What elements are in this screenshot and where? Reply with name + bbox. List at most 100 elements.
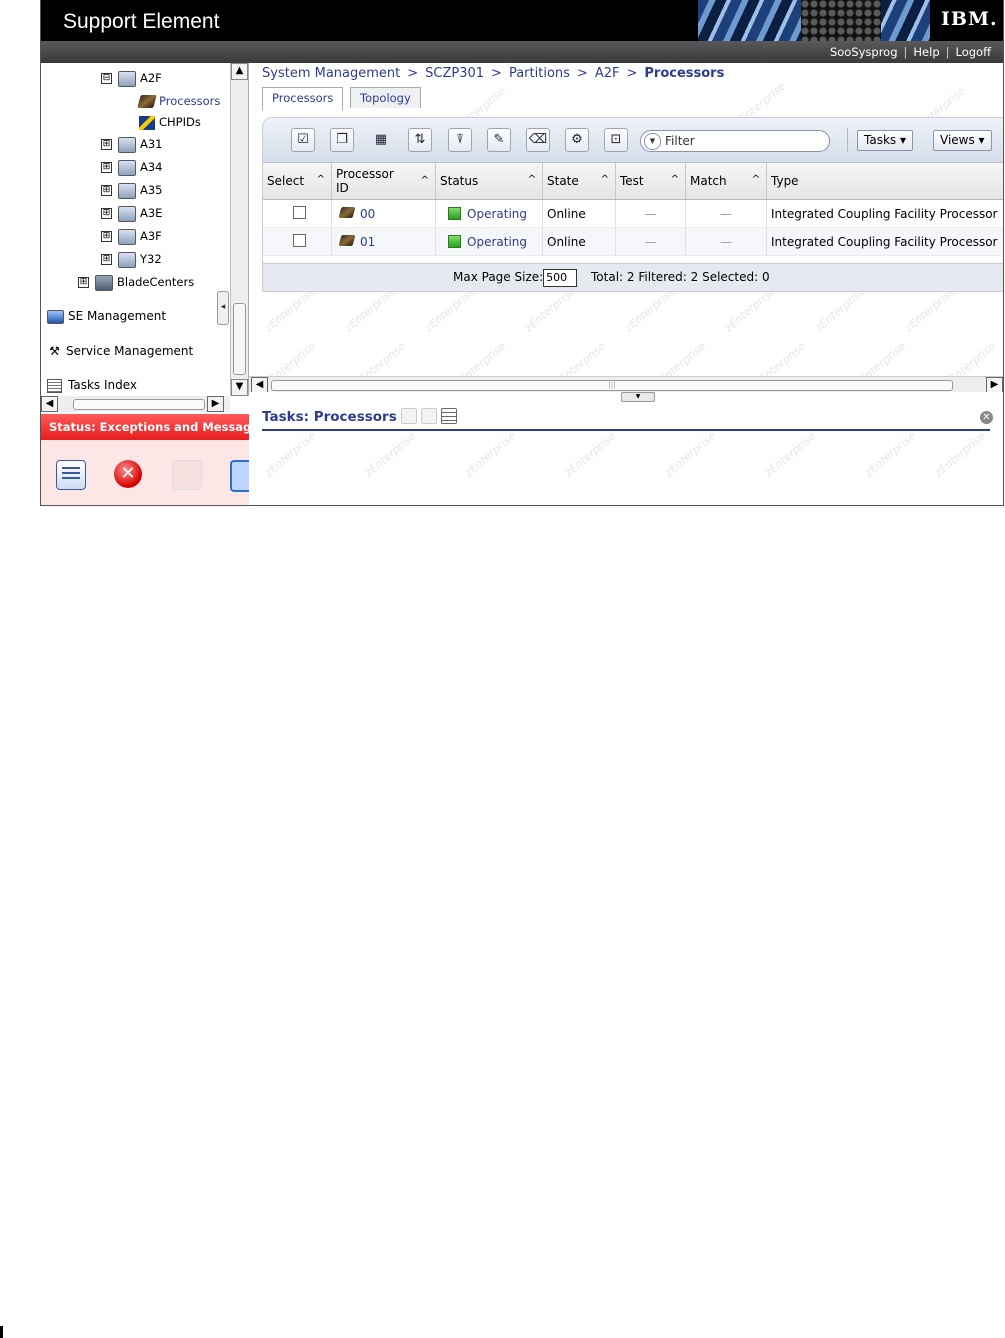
status-link[interactable]: Operating [467,207,527,221]
tab-processors[interactable]: Processors [262,87,344,110]
scroll-up-icon[interactable]: ▲ [231,63,248,80]
scroll-left-icon[interactable]: ◀ [251,377,268,393]
help-link[interactable]: Help [907,45,945,59]
views-menu-button[interactable]: Views ▾ [933,130,992,151]
processor-id-link[interactable]: 01 [360,235,375,249]
expand-icon[interactable]: ⊞ [101,208,112,219]
breadcrumb-system-management[interactable]: System Management [262,66,400,81]
tree-item-y32[interactable]: ⊞ Y32 [101,250,162,268]
se-management-icon [47,309,64,324]
scroll-right-icon[interactable]: ▶ [986,377,1003,393]
select-all-icon[interactable]: ☑ [291,128,315,152]
tree-item-chpids[interactable]: CHPIDs [139,113,201,131]
filter-rows-icon[interactable]: ⍒ [448,128,472,152]
collapse-icon[interactable]: ⊟ [101,73,112,84]
tree-item-a31[interactable]: ⊞ A31 [101,135,163,153]
column-header-processor-id[interactable]: Processor ID ^ [331,163,436,200]
match-cell: — [685,199,767,228]
tree-item-a3f[interactable]: ⊞ A3F [101,227,162,245]
banner-artwork-dots [801,0,881,41]
scroll-thumb[interactable]: ||| [271,380,953,391]
row-checkbox[interactable] [293,233,306,247]
test-cell: — [615,199,686,228]
nav-section-service-management[interactable]: ⚒ Service Management [47,342,193,360]
tree-item-processors[interactable]: Processors [137,92,220,110]
row-checkbox[interactable] [293,205,306,219]
nav-section-tasks-index[interactable]: Tasks Index [47,376,137,394]
tasks-list-icon[interactable] [441,408,457,424]
sort-icon[interactable]: ^ [601,174,609,185]
task-list-icon[interactable] [56,460,86,490]
status-link[interactable]: Operating [467,235,527,249]
tasks-menu-button[interactable]: Tasks ▾ [857,130,913,151]
main-horizontal-scrollbar[interactable]: ◀ ||| ▶ [249,376,1003,393]
nav-section-se-management[interactable]: SE Management [47,307,166,325]
expand-icon[interactable]: ⊞ [101,185,112,196]
expand-icon[interactable]: ⊞ [101,139,112,150]
quick-filter-icon[interactable]: ⊡ [604,128,628,152]
pane-splitter[interactable]: ▼ [249,392,1003,402]
collapse-nav-handle[interactable]: ◂ [217,291,229,325]
expand-icon[interactable]: ⊞ [101,254,112,265]
sort-icon[interactable]: ^ [421,174,429,188]
tree-item-a2f[interactable]: ⊟ A2F [101,69,162,87]
tasks-pane-title: Tasks: Processors [262,409,397,425]
expand-icon[interactable]: ⊞ [78,277,89,288]
scroll-down-icon[interactable]: ▼ [231,379,248,396]
match-cell: — [685,227,767,256]
sort-icon[interactable]: ^ [317,174,325,185]
tab-topology[interactable]: Topology [350,87,421,108]
filter-dropdown-icon[interactable]: ▼ [644,133,661,150]
service-management-icon: ⚒ [49,344,60,358]
filter-placeholder: Filter [665,134,695,148]
scroll-thumb[interactable] [73,399,205,410]
user-name-link[interactable]: SooSysprog [824,45,904,59]
clear-sort-icon[interactable]: ⌫ [526,128,550,152]
max-page-size-input[interactable] [543,268,578,287]
scroll-left-icon[interactable]: ◀ [41,396,58,412]
tree-item-a3e[interactable]: ⊞ A3E [101,204,162,222]
tree-item-bladecenters[interactable]: ⊞ BladeCenters [78,273,194,291]
column-header-match[interactable]: Match ^ [685,163,767,200]
tree-item-a34[interactable]: ⊞ A34 [101,158,163,176]
breadcrumb-partitions[interactable]: Partitions [509,66,570,81]
show-filter-row-icon[interactable]: ▦ [369,128,393,152]
breadcrumb-sczp301[interactable]: SCZP301 [425,66,484,81]
expand-icon[interactable]: ⊞ [101,231,112,242]
deselect-all-icon[interactable]: ❐ [330,128,354,152]
column-header-type[interactable]: Type [766,163,1003,200]
expand-icon[interactable]: ⊞ [101,162,112,173]
processor-icon [137,95,157,108]
logoff-link[interactable]: Logoff [950,45,998,59]
table-row[interactable]: 00 Operating Online — — Integrated Coupl… [263,199,1003,228]
scroll-thumb[interactable] [233,303,246,375]
nav-vertical-scrollbar[interactable]: ▲ ▼ [230,63,248,396]
settings-icon[interactable]: ⚙ [565,128,589,152]
configure-columns-icon[interactable]: ⇅ [408,128,432,152]
table-row[interactable]: 01 Operating Online — — Integrated Coupl… [263,227,1003,256]
column-header-state[interactable]: State ^ [542,163,616,200]
breadcrumb: System Management > SCZP301 > Partitions > A2F… [262,66,725,81]
sort-icon[interactable]: ^ [671,174,679,185]
partition-icon [118,205,136,222]
column-header-test[interactable]: Test ^ [615,163,686,200]
row-select-cell [263,199,332,228]
status-cell: Operating [435,199,543,228]
exceptions-icon[interactable]: ✕ [114,460,142,488]
sort-icon[interactable]: ^ [528,174,536,185]
tree-item-a35[interactable]: ⊞ A35 [101,181,163,199]
edit-sort-icon[interactable]: ✎ [487,128,511,152]
breadcrumb-a2f[interactable]: A2F [595,66,620,81]
nav-horizontal-scrollbar[interactable]: ◀ ▶ [41,396,230,412]
column-header-status[interactable]: Status ^ [435,163,543,200]
partition-icon [118,182,136,199]
close-icon[interactable]: ✕ [980,411,993,424]
filter-input[interactable]: ▼ Filter [640,130,830,152]
table-header-row: Select ^ Processor ID ^ Status ^ State ^ Tes… [263,163,1003,200]
scroll-right-icon[interactable]: ▶ [207,396,224,412]
splitter-grip-icon[interactable]: ▼ [621,392,655,402]
sort-icon[interactable]: ^ [752,174,760,185]
column-header-select[interactable]: Select ^ [263,163,332,200]
processor-id-link[interactable]: 00 [360,207,375,221]
status-bar[interactable]: Status: Exceptions and Messages [41,414,249,440]
